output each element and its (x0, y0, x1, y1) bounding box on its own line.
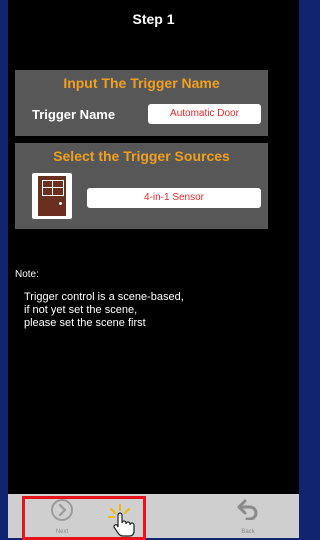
note-line: please set the scene first (24, 317, 146, 329)
trigger-name-field[interactable]: Automatic Door (148, 104, 261, 124)
tap-cursor-icon (108, 504, 135, 537)
note-label: Note: (15, 269, 39, 280)
trigger-name-label: Trigger Name (32, 107, 116, 122)
back-label: Back (241, 529, 255, 535)
trigger-name-heading: Input The Trigger Name (63, 75, 220, 91)
trigger-source-panel: Select the Trigger Sources 4-in-1 Sensor (15, 143, 268, 229)
note-text: Trigger control is a scene-based, if not… (24, 291, 184, 330)
back-button[interactable]: Back (208, 494, 288, 538)
page-title: Step 1 (132, 11, 175, 27)
trigger-name-panel: Input The Trigger Name Trigger Name Auto… (15, 70, 268, 136)
note-line: Trigger control is a scene-based, (24, 291, 184, 303)
trigger-source-select[interactable]: 4-in-1 Sensor (87, 188, 261, 208)
trigger-source-heading: Select the Trigger Sources (53, 148, 230, 164)
app-screen: Step 1 Input The Trigger Name Trigger Na… (8, 0, 299, 538)
door-icon (32, 173, 72, 219)
note-line: if not yet set the scene, (24, 304, 138, 316)
back-arrow-icon (237, 499, 258, 520)
